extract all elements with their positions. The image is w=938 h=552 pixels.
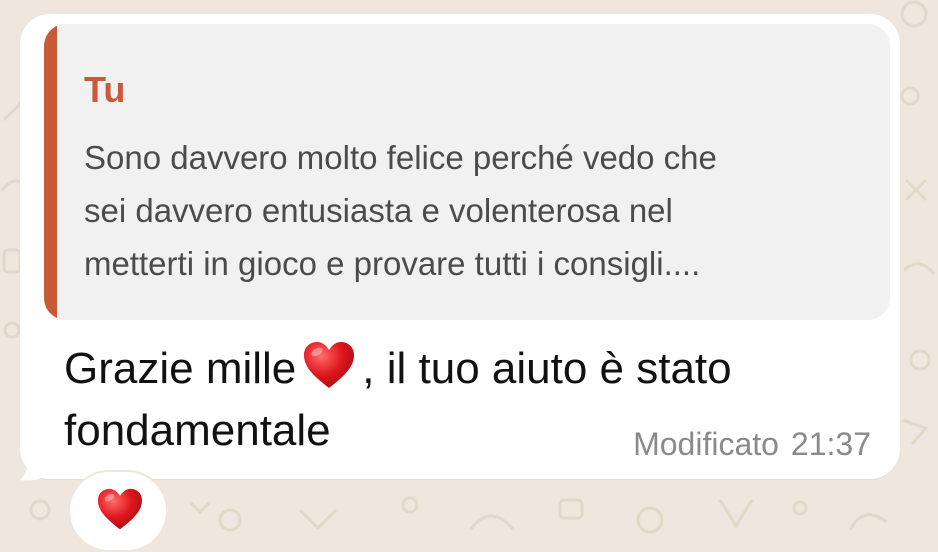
quote-line: metterti in gioco e provare tutti i cons… — [84, 245, 701, 282]
quote-line: sei davvero entusiasta e volenterosa nel — [84, 192, 673, 229]
quote-text: Sono davvero molto felice perché vedo ch… — [84, 131, 884, 290]
message-time: 21:37 — [790, 426, 871, 462]
edited-label: Modificato — [633, 426, 779, 462]
message-meta: Modificato 21:37 — [633, 428, 871, 460]
message-bubble[interactable]: Tu Sono davvero molto felice perché vedo… — [20, 14, 900, 479]
message-line: Grazie mille , il tuo aiuto è stato — [64, 338, 884, 400]
message-segment: , il tuo aiuto è stato — [362, 344, 732, 393]
message-segment: Grazie mille — [64, 344, 297, 393]
quoted-reply[interactable]: Tu Sono davvero molto felice perché vedo… — [44, 24, 890, 320]
red-heart-icon — [304, 342, 355, 388]
quote-line: Sono davvero molto felice perché vedo ch… — [84, 139, 717, 176]
bubble-tail — [20, 448, 46, 481]
red-heart-icon — [98, 488, 142, 530]
quote-accent-bar — [44, 24, 57, 320]
quote-author: Tu — [84, 69, 126, 110]
reaction-pill[interactable] — [68, 470, 168, 552]
